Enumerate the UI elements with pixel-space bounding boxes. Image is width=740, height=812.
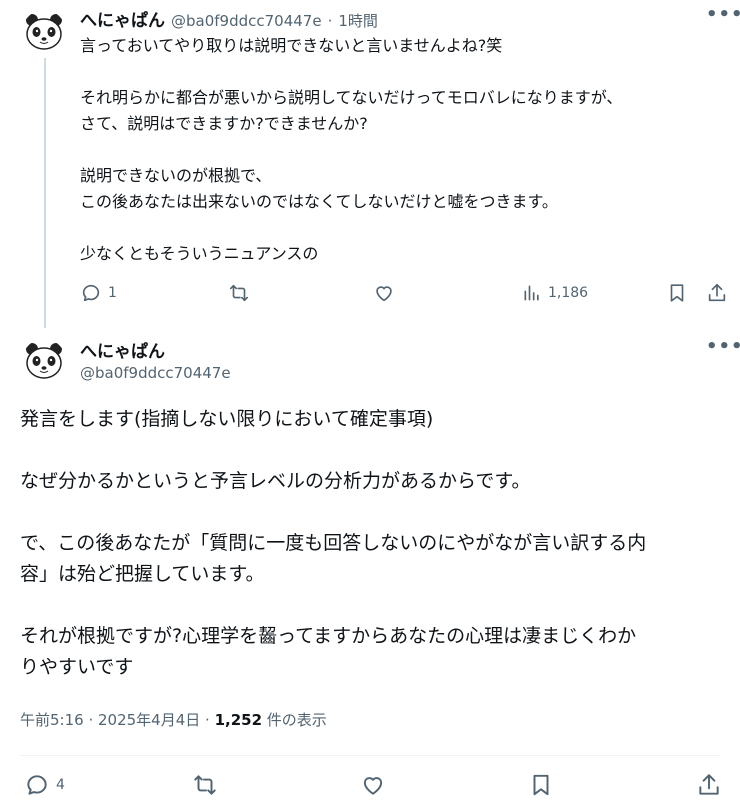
- views-icon: [522, 282, 542, 304]
- views-button[interactable]: 1,186: [522, 282, 588, 304]
- retweet-button[interactable]: [192, 772, 218, 798]
- bookmark-icon: [666, 282, 688, 304]
- retweet-icon: [228, 282, 250, 304]
- panda-avatar[interactable]: [22, 339, 66, 383]
- views-count: 1,186: [548, 285, 589, 301]
- reply-icon: [80, 282, 102, 304]
- like-icon: [373, 282, 395, 304]
- separator-dot: ·: [327, 12, 333, 30]
- more-horizontal-icon[interactable]: •••: [706, 4, 740, 25]
- tweet-meta: 午前5:16 · 2025年4月4日 · 1,252 件の表示: [20, 709, 327, 730]
- retweet-button[interactable]: [228, 282, 250, 304]
- author-name[interactable]: へにゃぱん: [80, 337, 165, 362]
- reply-text: 言っておいてやり取りは説明できないと言いませんよね?笑 それ明らかに都合が悪いか…: [80, 36, 623, 263]
- reply-icon: [24, 772, 50, 798]
- more-horizontal-icon[interactable]: •••: [706, 336, 740, 357]
- like-icon: [360, 772, 386, 798]
- thread-line: [44, 58, 46, 328]
- like-button[interactable]: [360, 772, 386, 798]
- divider: [20, 755, 720, 756]
- bookmark-button[interactable]: [666, 282, 688, 304]
- share-icon: [696, 772, 722, 798]
- bookmark-button[interactable]: [528, 772, 554, 798]
- share-button[interactable]: [696, 772, 722, 798]
- like-button[interactable]: [373, 282, 395, 304]
- panda-avatar[interactable]: [22, 10, 66, 54]
- reply-button[interactable]: 4: [24, 772, 65, 798]
- retweet-icon: [192, 772, 218, 798]
- post-timestamp[interactable]: 午前5:16 · 2025年4月4日 ·: [20, 711, 215, 729]
- share-icon: [706, 282, 728, 304]
- view-label: 件の表示: [262, 711, 327, 729]
- share-button[interactable]: [706, 282, 728, 304]
- author-handle[interactable]: @ba0f9ddcc70447e: [80, 364, 231, 382]
- main-tweet-text: 発言をします(指摘しない限りにおいて確定事項) なぜ分かるかというと予言レベルの…: [20, 408, 647, 678]
- reply-count: 1: [108, 285, 117, 301]
- author-handle[interactable]: @ba0f9ddcc70447e: [171, 12, 322, 30]
- author-name[interactable]: へにゃぱん: [80, 6, 165, 31]
- post-time[interactable]: 1時間: [338, 10, 378, 31]
- reply-button[interactable]: 1: [80, 282, 117, 304]
- reply-count: 4: [56, 777, 65, 793]
- bookmark-icon: [528, 772, 554, 798]
- view-count: 1,252: [214, 711, 263, 729]
